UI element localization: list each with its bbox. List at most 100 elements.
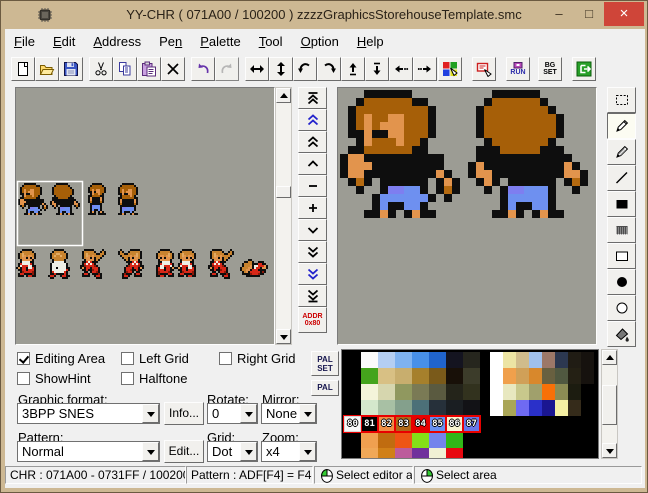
page-up-button[interactable] [298,131,327,153]
chevron-down-icon[interactable] [142,404,159,423]
palette-color-cell[interactable] [446,384,463,400]
pen-tool[interactable] [607,113,636,139]
undo-button[interactable] [191,57,215,81]
menu-help[interactable]: Help [348,31,393,53]
checkbox-item-right-grid[interactable]: Right Grid [219,351,296,366]
palette-color-cell[interactable] [446,400,463,416]
palette-color-cell[interactable] [378,352,395,368]
exit-button[interactable] [572,57,596,81]
page-down-fast-button[interactable] [298,263,327,285]
palette-color-cell[interactable] [581,384,594,400]
palette-color-cell[interactable] [463,384,480,400]
menu-palette[interactable]: Palette [191,31,249,53]
dither-rect-tool[interactable] [607,217,636,243]
palette-color-cell[interactable] [344,352,361,368]
maximize-button[interactable]: □ [574,2,604,26]
palette-color-cell[interactable] [412,448,429,459]
palette-color-cell[interactable] [446,368,463,384]
chevron-down-icon[interactable] [240,442,257,461]
minus-button[interactable] [298,175,327,197]
edit-button[interactable]: Edit... [164,440,204,463]
menu-tool[interactable]: Tool [250,31,292,53]
palette-color-cell[interactable] [568,384,581,400]
editing-area-checkbox[interactable] [17,352,30,365]
palette-color-cell[interactable] [463,352,480,368]
palette-color-cell[interactable] [344,368,361,384]
save-button[interactable] [59,57,83,81]
checkbox-item-editing-area[interactable]: Editing Area [17,351,105,366]
addr-mode-button[interactable]: ADDR0x80 [298,307,327,333]
left-grid-checkbox[interactable] [121,352,134,365]
graphic-format-select[interactable]: 3BPP SNES [17,403,160,424]
halftone-checkbox[interactable] [121,372,134,385]
pattern-select[interactable]: Normal [17,441,160,462]
scroll-thumb[interactable] [602,385,617,425]
palette-color-cell[interactable] [581,400,594,416]
scroll-up-button[interactable] [602,350,617,365]
palette-color-cell[interactable] [529,400,542,416]
palette-color-cell[interactable] [446,432,463,448]
palette-color-cell[interactable] [503,384,516,400]
palette-color-cell[interactable] [361,400,378,416]
pal-set-button[interactable]: PAL SET [311,351,339,376]
palette-color-cell[interactable] [361,432,378,448]
palette-color-cell[interactable] [395,432,412,448]
palette-color-cell[interactable] [529,368,542,384]
palette-color-cell[interactable] [429,352,446,368]
palette-color-cell[interactable] [516,352,529,368]
palette-color-cell[interactable] [361,368,378,384]
select-tool[interactable] [607,87,636,113]
palette-color-cell[interactable] [463,368,480,384]
jump-last-button[interactable] [298,285,327,307]
checkbox-item-left-grid[interactable]: Left Grid [121,351,189,366]
filled-circle-tool[interactable] [607,269,636,295]
chevron-down-icon[interactable] [299,442,316,461]
menu-edit[interactable]: Edit [44,31,84,53]
palette-color-cell[interactable] [344,400,361,416]
editor-panel[interactable] [337,87,597,345]
palette-color-cell[interactable] [463,400,480,416]
palette-color-cell[interactable] [503,368,516,384]
rotate-left-button[interactable] [293,57,317,81]
palette-color-cell[interactable] [555,352,568,368]
scroll-down-button[interactable] [602,443,617,458]
row-up-button[interactable] [298,153,327,175]
menu-pen[interactable]: Pen [150,31,191,53]
palette-color-cell[interactable] [516,384,529,400]
tile-viewer-panel[interactable] [15,87,275,345]
palette-color-cell[interactable] [412,368,429,384]
palette-color-cell[interactable] [429,368,446,384]
palette-color-cell[interactable] [503,400,516,416]
palette-color-cell[interactable] [344,432,361,448]
page-down-button[interactable] [298,241,327,263]
palette-color-cell[interactable] [542,368,555,384]
redo-button[interactable] [215,57,239,81]
fill-tool[interactable] [607,321,636,347]
palette-color-cell[interactable] [378,384,395,400]
jump-first-button[interactable] [298,87,327,109]
page-up-fast-button[interactable] [298,109,327,131]
menu-address[interactable]: Address [84,31,150,53]
shift-left-button[interactable] [389,57,413,81]
palette-color-cell[interactable] [542,384,555,400]
palette-color-cell[interactable] [529,352,542,368]
pattern-pen-tool[interactable] [607,139,636,165]
palette-color-cell[interactable] [568,352,581,368]
palette-color-cell[interactable] [395,448,412,459]
chevron-down-icon[interactable] [142,442,159,461]
tile-viewer-scrollbar[interactable] [275,87,292,345]
editor-canvas[interactable] [338,88,596,344]
checkbox-item-showhint[interactable]: ShowHint [17,371,91,386]
palette-color-cell[interactable] [361,448,378,459]
palette-color-cell[interactable] [516,368,529,384]
palette-arrange-button[interactable] [438,57,462,81]
paste-button[interactable] [137,57,161,81]
rotate-right-button[interactable] [317,57,341,81]
palette-color-cell[interactable] [344,384,361,400]
palette-color-cell[interactable] [429,384,446,400]
palette-color-cell[interactable] [429,432,446,448]
palette-color-cell[interactable] [446,352,463,368]
palette-color-cell[interactable] [490,384,503,400]
palette-color-cell[interactable] [555,384,568,400]
palette-color-cell[interactable] [529,384,542,400]
